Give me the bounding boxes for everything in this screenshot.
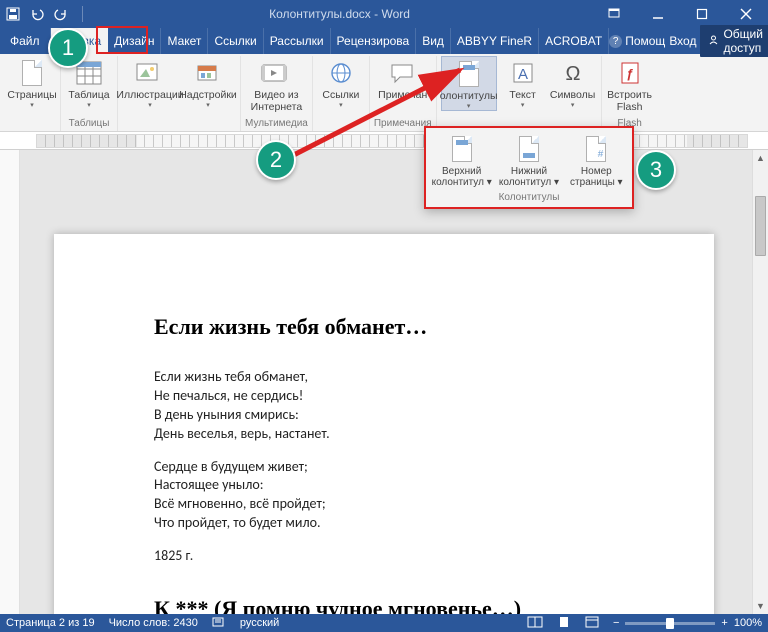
header-button[interactable]: Верхний колонтитул ▾ xyxy=(428,132,495,190)
links-icon xyxy=(325,58,357,88)
status-page[interactable]: Страница 2 из 19 xyxy=(6,617,95,629)
status-bar: Страница 2 из 19 Число слов: 2430 русски… xyxy=(0,614,768,632)
svg-text:A: A xyxy=(518,66,528,83)
share-icon xyxy=(708,34,719,48)
status-language[interactable]: русский xyxy=(240,617,279,629)
sign-in[interactable]: Вход xyxy=(669,34,696,48)
addins-button[interactable]: Надстройки▾ xyxy=(180,56,236,109)
zoom-out-icon[interactable]: − xyxy=(613,617,619,629)
pages-button[interactable]: Страницы▾ xyxy=(8,56,56,109)
symbols-button[interactable]: Ω Символы▾ xyxy=(549,56,597,109)
status-wordcount[interactable]: Число слов: 2430 xyxy=(109,617,198,629)
body-line: День веселья, верь, настанет. xyxy=(154,425,614,444)
ribbon-options-icon[interactable] xyxy=(592,0,636,28)
illustrations-icon xyxy=(134,58,166,88)
callout-group-label: Колонтитулы xyxy=(426,190,632,207)
ribbon-tabs: Файл Вставка Дизайн Макет Ссылки Рассылк… xyxy=(0,28,768,54)
body-line: Если жизнь тебя обманет, xyxy=(154,368,614,387)
step-circle-2: 2 xyxy=(256,140,296,180)
text-icon: A xyxy=(507,58,539,88)
svg-text:ƒ: ƒ xyxy=(626,66,633,81)
window-title: Колонтитулы.docx - Word xyxy=(87,7,592,21)
tab-acrobat[interactable]: ACROBAT xyxy=(539,28,609,54)
headers-footers-popup: Верхний колонтитул ▾ Нижний колонтитул ▾… xyxy=(424,126,634,209)
header-top-icon xyxy=(449,134,475,164)
comment-button[interactable]: Примечан xyxy=(375,56,431,102)
tab-layout[interactable]: Макет xyxy=(161,28,208,54)
group-tables: Таблицы xyxy=(65,117,113,131)
footer-button[interactable]: Нижний колонтитул ▾ xyxy=(495,132,562,190)
group-comments: Примечания xyxy=(374,117,432,131)
links-button[interactable]: Ссылки▾ xyxy=(317,56,365,109)
horizontal-ruler[interactable] xyxy=(0,132,768,150)
body-line: Настоящее уныло: xyxy=(154,476,614,495)
tab-references[interactable]: Ссылки xyxy=(208,28,263,54)
title-bar: Колонтитулы.docx - Word xyxy=(0,0,768,28)
save-icon[interactable] xyxy=(6,7,20,21)
step-circle-3: 3 xyxy=(636,150,676,190)
redo-icon[interactable] xyxy=(54,7,68,21)
vertical-scrollbar[interactable]: ▲ ▼ xyxy=(752,150,768,614)
header-icon xyxy=(453,59,485,89)
addins-icon xyxy=(192,58,224,88)
status-proofing-icon[interactable] xyxy=(212,616,226,631)
view-web-icon[interactable] xyxy=(585,616,599,631)
body-line: Сердце в будущем живет; xyxy=(154,458,614,477)
vertical-ruler[interactable] xyxy=(0,150,20,614)
share-button[interactable]: Общий доступ xyxy=(700,25,768,57)
body-line: В день уныния смирись: xyxy=(154,406,614,425)
tab-view[interactable]: Вид xyxy=(416,28,451,54)
tab-file[interactable]: Файл xyxy=(0,28,51,54)
symbol-icon: Ω xyxy=(557,58,589,88)
footer-icon xyxy=(516,134,542,164)
body-line: Что пройдет, то будет мило. xyxy=(154,514,614,533)
tab-abbyy[interactable]: ABBYY FineR xyxy=(451,28,539,54)
scroll-down-icon[interactable]: ▼ xyxy=(753,598,768,614)
comment-icon xyxy=(387,58,419,88)
scroll-thumb[interactable] xyxy=(755,196,766,256)
body-line: Не печалься, не сердись! xyxy=(154,387,614,406)
zoom-in-icon[interactable]: + xyxy=(721,617,727,629)
view-read-icon[interactable] xyxy=(527,616,543,631)
close-icon[interactable] xyxy=(724,0,768,28)
body-line: Всё мгновенно, всё пройдет; xyxy=(154,495,614,514)
flash-icon: ƒ xyxy=(614,58,646,88)
video-icon xyxy=(260,58,292,88)
ribbon: Страницы▾ Таблица▾ Таблицы Иллюстрации▾ … xyxy=(0,54,768,132)
year-line: 1825 г. xyxy=(154,547,614,566)
zoom-control[interactable]: − + 100% xyxy=(613,617,762,629)
view-print-icon[interactable] xyxy=(557,616,571,631)
page-number-icon: # xyxy=(583,134,609,164)
page-number-button[interactable]: # Номер страницы ▾ xyxy=(563,132,630,190)
svg-text:Ω: Ω xyxy=(565,63,580,85)
heading-2: К *** (Я помню чудное мгновенье…) xyxy=(154,596,614,614)
zoom-value[interactable]: 100% xyxy=(734,617,762,629)
online-video-button[interactable]: Видео из Интернета xyxy=(248,56,304,113)
tab-mailings[interactable]: Рассылки xyxy=(264,28,331,54)
page: Если жизнь тебя обманет… Если жизнь тебя… xyxy=(54,234,714,614)
undo-icon[interactable] xyxy=(30,7,44,21)
headers-footers-button[interactable]: олонтитулы▾ xyxy=(441,56,497,111)
zoom-slider[interactable] xyxy=(625,622,715,625)
maximize-icon[interactable] xyxy=(680,0,724,28)
quick-access-toolbar xyxy=(0,6,87,22)
heading-1: Если жизнь тебя обманет… xyxy=(154,314,614,340)
pages-icon xyxy=(16,58,48,88)
flash-button[interactable]: ƒ Встроить Flash xyxy=(606,56,654,113)
group-media: Мультимедиа xyxy=(245,117,308,131)
minimize-icon[interactable] xyxy=(636,0,680,28)
step-circle-1: 1 xyxy=(48,28,88,68)
text-button[interactable]: A Текст▾ xyxy=(499,56,547,109)
illustrations-button[interactable]: Иллюстрации▾ xyxy=(122,56,178,109)
tab-review[interactable]: Рецензирова xyxy=(331,28,417,54)
tab-design[interactable]: Дизайн xyxy=(108,28,161,54)
scroll-up-icon[interactable]: ▲ xyxy=(753,150,768,166)
document-area[interactable]: Если жизнь тебя обманет… Если жизнь тебя… xyxy=(20,150,752,614)
tell-me[interactable]: ?Помощ xyxy=(609,34,665,48)
